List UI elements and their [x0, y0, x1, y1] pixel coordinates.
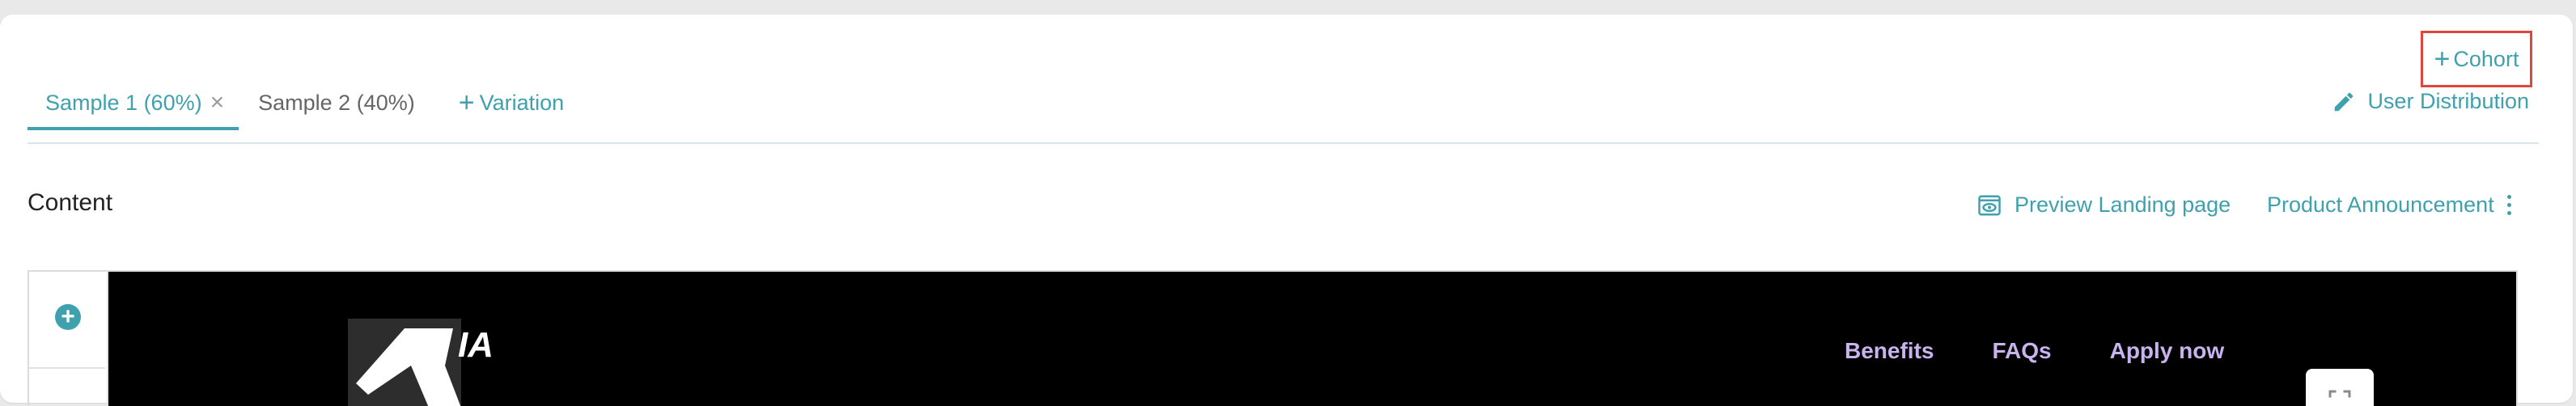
eye-icon — [1978, 195, 2001, 215]
landing-page-preview: IA Benefits FAQs Apply now — [108, 272, 2516, 406]
add-variation-button[interactable]: + Variation — [459, 82, 564, 123]
preview-landing-page-link[interactable]: Preview Landing page — [1977, 192, 2231, 218]
rail-divider — [29, 367, 105, 369]
plus-icon: + — [458, 87, 475, 118]
page-card: + Cohort Sample 1 (60%) × Sample 2 (40%)… — [0, 15, 2573, 406]
expand-button[interactable] — [2306, 369, 2374, 406]
add-cohort-label: Cohort — [2453, 46, 2519, 71]
product-announcement-menu[interactable]: Product Announcement — [2267, 192, 2511, 218]
nav-link-faqs[interactable]: FAQs — [1992, 338, 2051, 364]
tab-label: Sample 1 (60%) — [45, 90, 202, 115]
plus-circle-icon[interactable]: + — [55, 304, 81, 330]
nav-link-benefits[interactable]: Benefits — [1845, 338, 1934, 364]
tab-sample-1[interactable]: Sample 1 (60%) × — [28, 82, 239, 130]
user-distribution-link[interactable]: User Distribution — [2332, 89, 2529, 114]
logo-text: IA — [458, 325, 494, 365]
close-icon[interactable]: × — [210, 91, 239, 115]
user-distribution-label: User Distribution — [2367, 89, 2529, 113]
product-announcement-label: Product Announcement — [2267, 192, 2494, 217]
add-cohort-button[interactable]: + Cohort — [2421, 31, 2532, 87]
tab-sample-2[interactable]: Sample 2 (40%) — [239, 82, 459, 123]
preview-landing-page-label: Preview Landing page — [2015, 192, 2231, 217]
expand-icon — [2328, 390, 2351, 398]
content-editor: + IA Benefits FAQs Apply now — [28, 270, 2518, 406]
variation-tabs: Sample 1 (60%) × Sample 2 (40%) + Variat… — [28, 82, 564, 130]
editor-side-rail: + — [29, 272, 108, 406]
plus-icon: + — [2434, 44, 2451, 74]
kebab-menu-icon[interactable] — [2506, 195, 2511, 215]
pencil-icon — [2335, 92, 2354, 111]
tab-label: Sample 2 (40%) — [258, 90, 415, 115]
nav-link-apply-now[interactable]: Apply now — [2110, 338, 2225, 364]
tabs-divider — [28, 142, 2539, 144]
content-title: Content — [28, 189, 113, 216]
preview-nav: Benefits FAQs Apply now — [1845, 338, 2224, 364]
add-variation-label: Variation — [479, 90, 565, 115]
